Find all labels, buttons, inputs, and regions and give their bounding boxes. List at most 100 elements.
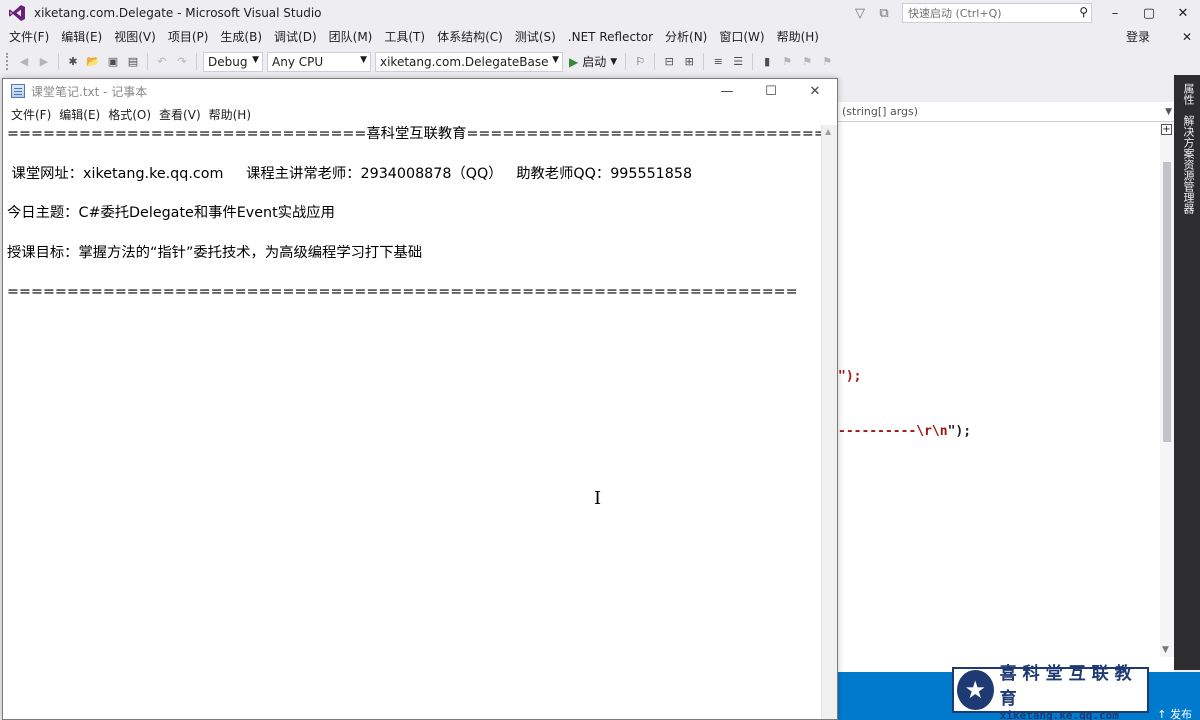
notepad-minimize-button[interactable]: — bbox=[705, 79, 749, 103]
toolbar-separator bbox=[625, 53, 627, 70]
menu-help[interactable]: 帮助(H) bbox=[771, 26, 825, 48]
toolbar-separator bbox=[752, 53, 754, 70]
vs-titlebar: xiketang.com.Delegate - Microsoft Visual… bbox=[0, 0, 1200, 26]
save-icon[interactable]: ▣ bbox=[104, 53, 122, 71]
vs-toolbar: ◀ ▶ ✱ 📂 ▣ ▤ ↶ ↷ Debug ▼ Any CPU ▼ xiketa… bbox=[0, 48, 1200, 75]
scrollbar-thumb[interactable] bbox=[1163, 162, 1171, 442]
bookmark-icon[interactable]: ▮ bbox=[758, 53, 776, 71]
toolbar-separator bbox=[654, 53, 656, 70]
properties-icon[interactable]: ⊞ bbox=[680, 53, 698, 71]
startup-project-value: xiketang.com.DelegateBase bbox=[380, 54, 549, 69]
scroll-up-icon[interactable]: ▲ bbox=[825, 127, 831, 136]
vs-menubar: 文件(F) 编辑(E) 视图(V) 项目(P) 生成(B) 调试(D) 团队(M… bbox=[0, 26, 1200, 48]
clear-bookmarks-icon[interactable]: ⚑ bbox=[818, 53, 836, 71]
solution-config-select[interactable]: Debug ▼ bbox=[203, 51, 263, 72]
document-close-icon[interactable]: ✕ bbox=[1182, 26, 1192, 48]
open-file-icon[interactable]: 📂 bbox=[84, 53, 102, 71]
code-string: ----------\r\n bbox=[838, 424, 948, 439]
platform-select[interactable]: Any CPU ▼ bbox=[267, 51, 371, 72]
text-line: 今日主题：C#委托Delegate和事件Event实战应用 bbox=[7, 205, 335, 221]
menu-build[interactable]: 生成(B) bbox=[214, 26, 268, 48]
text-line: 课堂网址：xiketang.ke.qq.com 课程主讲常老师：29340088… bbox=[7, 165, 693, 182]
solution-config-value: Debug bbox=[208, 54, 248, 69]
maximize-button[interactable]: ▢ bbox=[1132, 0, 1166, 26]
notepad-menu-format[interactable]: 格式(O) bbox=[104, 106, 155, 123]
split-window-icon[interactable]: + bbox=[1161, 124, 1172, 135]
solution-explorer-icon[interactable]: ⊟ bbox=[660, 53, 678, 71]
chevron-down-icon: ▼ bbox=[552, 54, 559, 65]
code-line: "); bbox=[838, 369, 861, 384]
member-navigation-dropdown[interactable]: (string[] args) ▼ bbox=[838, 102, 1174, 122]
prev-bookmark-icon[interactable]: ⚑ bbox=[778, 53, 796, 71]
back-icon[interactable]: ◀ bbox=[15, 53, 33, 71]
menu-view[interactable]: 视图(V) bbox=[108, 26, 162, 48]
watermark-logo: ★ 喜科堂互联教育 xiketang.ke.qq.com bbox=[952, 664, 1149, 720]
notepad-menu-help[interactable]: 帮助(H) bbox=[205, 106, 255, 123]
text-line: ==============================喜科堂互联教育===… bbox=[7, 126, 823, 142]
text-line: 授课目标：掌握方法的“指针”委托技术，为高级编程学习打下基础 bbox=[7, 244, 423, 261]
notepad-window[interactable]: 课堂笔记.txt - 记事本 — ☐ ✕ 文件(F) 编辑(E) 格式(O) 查… bbox=[2, 78, 838, 720]
play-icon: ▶ bbox=[569, 54, 579, 69]
menu-team[interactable]: 团队(M) bbox=[323, 26, 379, 48]
menu-window[interactable]: 窗口(W) bbox=[713, 26, 770, 48]
notepad-menu-file[interactable]: 文件(F) bbox=[7, 106, 55, 123]
uncomment-icon[interactable]: ☰ bbox=[729, 53, 747, 71]
code-line: ----------\r\n"); bbox=[838, 424, 971, 439]
minimize-button[interactable]: – bbox=[1098, 0, 1132, 26]
undo-icon[interactable]: ↶ bbox=[153, 53, 171, 71]
notepad-menubar: 文件(F) 编辑(E) 格式(O) 查看(V) 帮助(H) bbox=[3, 103, 837, 125]
notepad-vertical-scrollbar[interactable]: ▲ bbox=[821, 125, 837, 719]
editor-vertical-scrollbar[interactable]: ▼ bbox=[1160, 122, 1174, 657]
notepad-menu-view[interactable]: 查看(V) bbox=[155, 106, 205, 123]
menu-test[interactable]: 测试(S) bbox=[509, 26, 562, 48]
scroll-down-icon[interactable]: ▼ bbox=[1162, 645, 1169, 655]
publish-status[interactable]: ↑ 发布 bbox=[1157, 706, 1192, 720]
right-tool-tabs: 属性 解决方案资源管理器 bbox=[1174, 75, 1200, 670]
save-all-icon[interactable]: ▤ bbox=[124, 53, 142, 71]
notepad-titlebar[interactable]: 课堂笔记.txt - 记事本 — ☐ ✕ bbox=[3, 79, 837, 103]
tab-solution-explorer[interactable]: 解决方案资源管理器 bbox=[1180, 115, 1196, 214]
notepad-text-area[interactable]: ==============================喜科堂互联教育===… bbox=[3, 125, 823, 719]
star-logo-icon: ★ bbox=[957, 670, 994, 710]
text-cursor-icon: I bbox=[594, 488, 602, 509]
comment-icon[interactable]: ≡ bbox=[709, 53, 727, 71]
code-text: "); bbox=[947, 424, 972, 439]
start-debug-button[interactable]: ▶ 启动 ▼ bbox=[569, 53, 617, 70]
notepad-maximize-button[interactable]: ☐ bbox=[749, 79, 793, 103]
text-line: ========================================… bbox=[7, 284, 798, 300]
menu-tools[interactable]: 工具(T) bbox=[378, 26, 431, 48]
notification-filter-icon[interactable]: ▽ bbox=[848, 3, 872, 23]
search-icon[interactable]: ⚲ bbox=[1079, 5, 1088, 19]
document-tab-strip bbox=[838, 75, 1174, 102]
notepad-icon bbox=[11, 84, 25, 98]
tab-properties[interactable]: 属性 bbox=[1180, 83, 1196, 105]
close-button[interactable]: ✕ bbox=[1166, 0, 1200, 26]
menu-project[interactable]: 项目(P) bbox=[162, 26, 215, 48]
chevron-down-icon: ▼ bbox=[360, 54, 367, 65]
quick-launch-input[interactable]: 快速启动 (Ctrl+Q) ⚲ bbox=[902, 3, 1092, 23]
menu-architecture[interactable]: 体系结构(C) bbox=[431, 26, 509, 48]
menu-edit[interactable]: 编辑(E) bbox=[55, 26, 108, 48]
start-label: 启动 bbox=[582, 55, 607, 69]
notepad-title: 课堂笔记.txt - 记事本 bbox=[31, 84, 148, 99]
menu-analyze[interactable]: 分析(N) bbox=[659, 26, 713, 48]
watermark-en: xiketang.ke.qq.com bbox=[999, 708, 1119, 720]
menu-file[interactable]: 文件(F) bbox=[3, 26, 55, 48]
notepad-menu-edit[interactable]: 编辑(E) bbox=[55, 106, 104, 123]
forward-icon[interactable]: ▶ bbox=[35, 53, 53, 71]
login-link[interactable]: 登录 bbox=[1126, 26, 1150, 48]
chevron-down-icon: ▼ bbox=[252, 54, 259, 65]
chevron-down-icon: ▼ bbox=[1165, 107, 1172, 117]
toolbar-grip[interactable] bbox=[6, 53, 10, 70]
redo-icon[interactable]: ↷ bbox=[173, 53, 191, 71]
feedback-icon[interactable]: ⧉ bbox=[872, 3, 896, 23]
find-icon[interactable]: ⚐ bbox=[631, 53, 649, 71]
code-editor[interactable] bbox=[838, 102, 1174, 672]
menu-reflector[interactable]: .NET Reflector bbox=[562, 26, 659, 48]
menu-debug[interactable]: 调试(D) bbox=[268, 26, 323, 48]
toolbar-separator bbox=[58, 53, 59, 70]
notepad-close-button[interactable]: ✕ bbox=[793, 79, 837, 103]
startup-project-select[interactable]: xiketang.com.DelegateBase ▼ bbox=[375, 51, 563, 72]
new-project-icon[interactable]: ✱ bbox=[64, 53, 82, 71]
next-bookmark-icon[interactable]: ⚑ bbox=[798, 53, 816, 71]
